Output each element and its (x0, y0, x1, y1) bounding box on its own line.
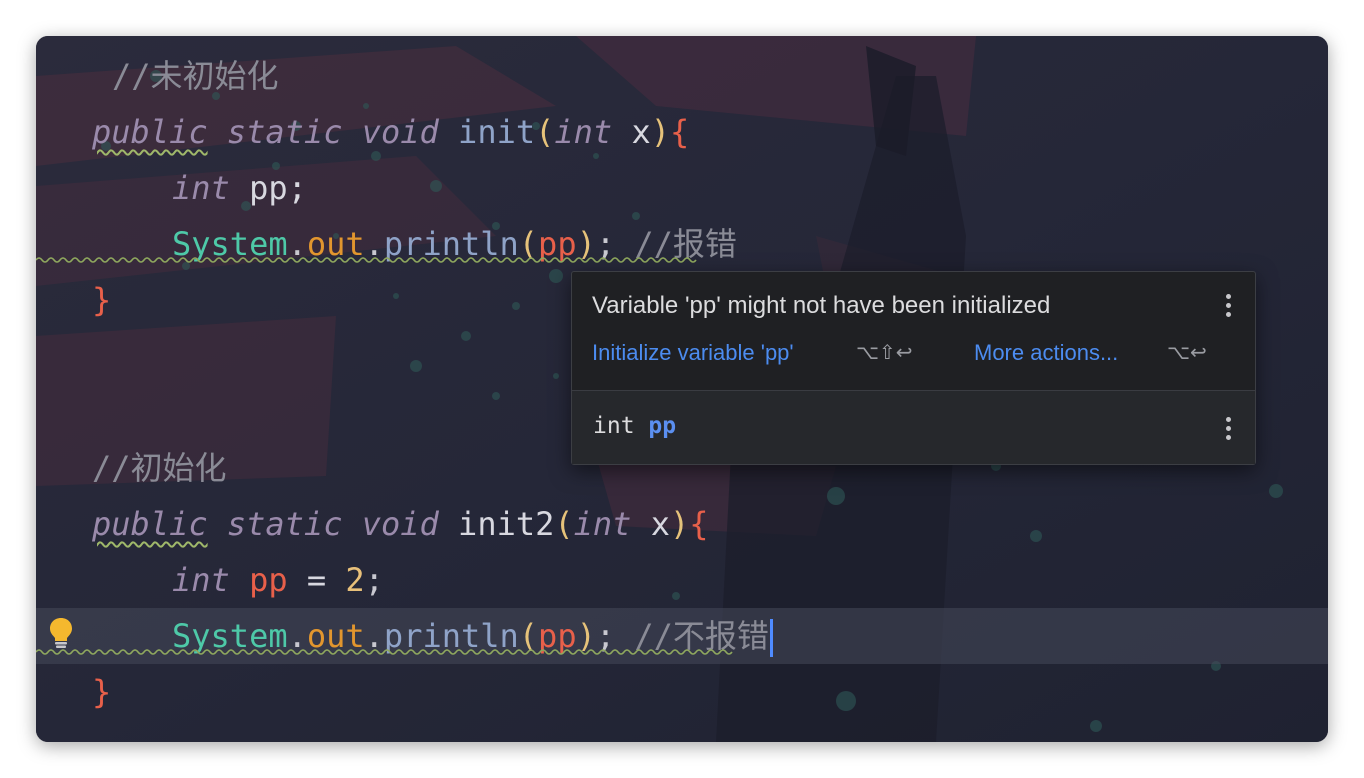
code-line-method-init2: public static void init2(int x){ (92, 505, 709, 543)
variable-declaration: pp; (249, 169, 307, 207)
variable-declaration: pp (249, 561, 288, 599)
keyword-int: int (172, 169, 230, 207)
declaration-text: int pp (593, 413, 676, 439)
assignment-operator: = (306, 561, 327, 599)
more-actions-link[interactable]: More actions... (974, 340, 1118, 366)
keyword-public: public (92, 505, 208, 543)
closing-brace: } (92, 673, 112, 711)
initialize-variable-action[interactable]: Initialize variable 'pp' (592, 340, 794, 366)
param-name: x (631, 113, 651, 151)
code-comment: //未初始化 (112, 57, 279, 95)
method-name: init (458, 113, 536, 151)
keyword-void: void (361, 113, 439, 151)
shortcut-hint: ⌥⇧↩ (856, 340, 913, 364)
code-editor-window: //未初始化 public static void init(int x){ i… (36, 36, 1328, 742)
keyword-int: int (554, 113, 613, 151)
more-vertical-icon[interactable] (1226, 417, 1232, 445)
more-vertical-icon[interactable] (1226, 294, 1232, 322)
keyword-static: static (226, 113, 343, 151)
code-comment: //初始化 (92, 449, 227, 487)
keyword-void: void (361, 505, 439, 543)
keyword-int: int (172, 561, 230, 599)
inspection-popup: Variable 'pp' might not have been initia… (571, 271, 1256, 465)
shortcut-hint: ⌥↩ (1167, 340, 1207, 364)
declaration-variable-name[interactable]: pp (648, 413, 676, 439)
keyword-static: static (226, 505, 343, 543)
inspection-message: Variable 'pp' might not have been initia… (592, 292, 1051, 319)
code-line-method-init: public static void init(int x){ (92, 113, 690, 151)
warning-underline (36, 649, 733, 655)
param-name: x (650, 505, 670, 543)
declaration-preview: int pp (572, 391, 1255, 464)
code-line-declaration: int pp; (172, 160, 307, 216)
closing-brace: } (92, 281, 112, 319)
declaration-type: int (593, 413, 635, 439)
keyword-int: int (573, 505, 632, 543)
code-line-initialized-declaration: int pp = 2; (172, 561, 384, 599)
number-literal: 2 (345, 561, 365, 599)
lightbulb-icon[interactable] (48, 616, 74, 650)
method-name: init2 (458, 505, 555, 543)
keyword-public: public (92, 113, 208, 151)
warning-underline (36, 257, 697, 263)
